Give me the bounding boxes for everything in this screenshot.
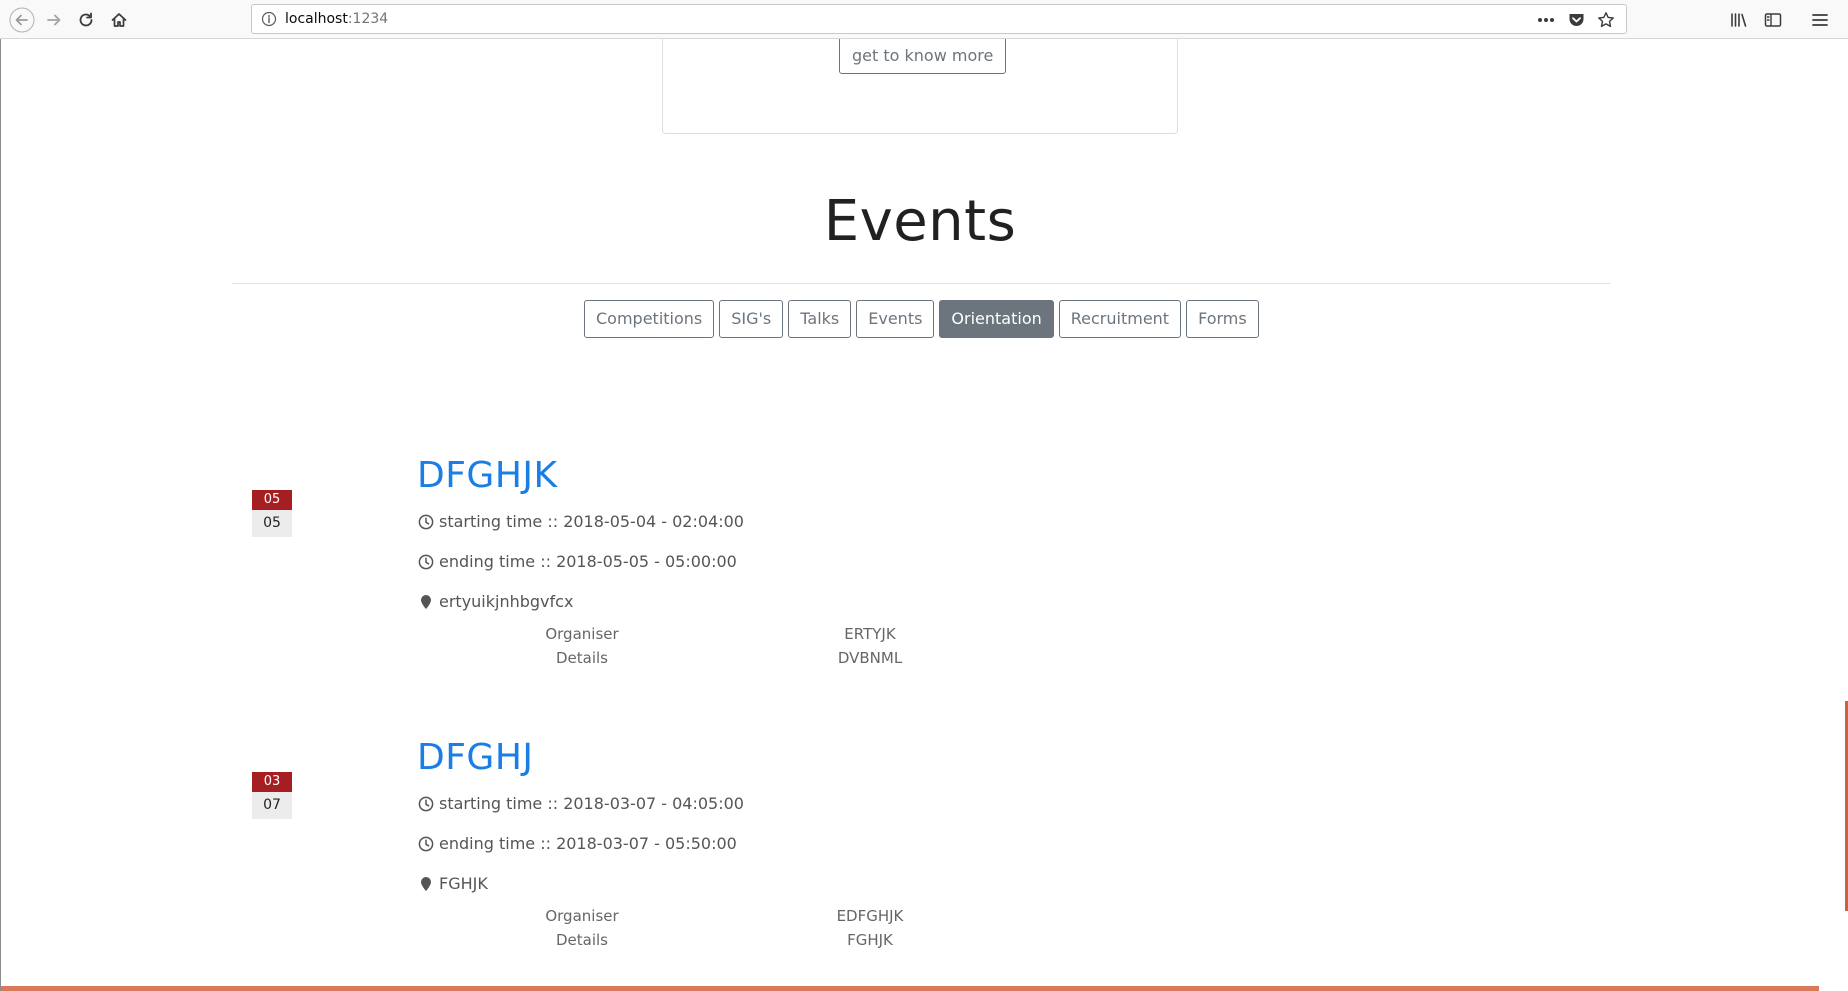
location-text: FGHJK xyxy=(439,874,488,893)
url-port: :1234 xyxy=(347,11,389,27)
clock-icon xyxy=(417,795,435,813)
back-arrow-icon xyxy=(9,7,35,33)
date-day: 05 xyxy=(252,510,292,537)
home-button[interactable] xyxy=(106,7,132,33)
date-badge: 05 05 xyxy=(252,490,292,537)
start-time-line: starting time :: 2018-03-07 - 04:05:00 xyxy=(417,794,744,813)
start-time-text: starting time :: 2018-05-04 - 02:04:00 xyxy=(439,512,744,531)
tab-orientation[interactable]: Orientation xyxy=(939,300,1054,338)
info-values: EDFGHJK FGHJK xyxy=(820,904,920,952)
browser-toolbar: localhost:1234 xyxy=(0,0,1848,39)
forward-arrow-icon xyxy=(47,14,61,26)
menu-hamburger-icon[interactable] xyxy=(1807,7,1833,33)
events-section-title: Events xyxy=(823,189,1017,254)
end-time-text: ending time :: 2018-03-07 - 05:50:00 xyxy=(439,834,737,853)
map-marker-icon xyxy=(417,875,435,893)
start-time-text: starting time :: 2018-03-07 - 04:05:00 xyxy=(439,794,744,813)
organiser-label: Organiser xyxy=(545,625,619,643)
reload-icon xyxy=(79,12,93,27)
reload-button[interactable] xyxy=(73,7,99,33)
date-month: 03 xyxy=(252,772,292,792)
details-label: Details xyxy=(555,649,608,667)
info-values: ERTYJK DVBNML xyxy=(820,622,920,670)
location-line: FGHJK xyxy=(417,874,488,893)
details-label: Details xyxy=(555,931,608,949)
details-value: FGHJK xyxy=(847,931,893,949)
know-more-button[interactable]: get to know more xyxy=(839,39,1007,74)
organiser-value: EDFGHJK xyxy=(836,907,904,925)
page-scrollbar[interactable] xyxy=(1836,39,1848,991)
info-labels: Organiser Details xyxy=(532,622,632,670)
date-day: 07 xyxy=(252,792,292,819)
section-divider xyxy=(232,283,1610,284)
map-marker-icon xyxy=(417,593,435,611)
bookmark-star-icon[interactable] xyxy=(1596,10,1616,30)
footer-accent-bar xyxy=(1,986,1819,991)
library-icon[interactable] xyxy=(1726,7,1752,33)
pocket-icon[interactable] xyxy=(1566,10,1586,30)
url-text[interactable]: localhost:1234 xyxy=(285,11,388,27)
start-time-line: starting time :: 2018-05-04 - 02:04:00 xyxy=(417,512,744,531)
back-button[interactable] xyxy=(9,7,35,33)
organiser-label: Organiser xyxy=(545,907,619,925)
event-title-link[interactable]: DFGHJK xyxy=(417,455,558,496)
organiser-value: ERTYJK xyxy=(844,625,896,643)
tab-recruitment[interactable]: Recruitment xyxy=(1058,300,1182,338)
page-viewport: get to know more Events Competitions SIG… xyxy=(0,39,1848,991)
clock-icon xyxy=(417,835,435,853)
end-time-text: ending time :: 2018-05-05 - 05:00:00 xyxy=(439,552,737,571)
page-actions-icon[interactable] xyxy=(1536,10,1556,30)
clock-icon xyxy=(417,513,435,531)
date-month: 05 xyxy=(252,490,292,510)
forward-button[interactable] xyxy=(41,7,67,33)
tab-forms[interactable]: Forms xyxy=(1186,300,1259,338)
location-line: ertyuikjnhbgvfcx xyxy=(417,592,573,611)
end-time-line: ending time :: 2018-03-07 - 05:50:00 xyxy=(417,834,737,853)
end-time-line: ending time :: 2018-05-05 - 05:00:00 xyxy=(417,552,737,571)
url-bar[interactable]: localhost:1234 xyxy=(251,4,1627,34)
clock-icon xyxy=(417,553,435,571)
tab-sigs[interactable]: SIG's xyxy=(719,300,784,338)
tab-competitions[interactable]: Competitions xyxy=(584,300,715,338)
event-category-tabs: Competitions SIG's Talks Events Orientat… xyxy=(584,300,1259,338)
event-title-link[interactable]: DFGHJ xyxy=(417,737,534,778)
tab-talks[interactable]: Talks xyxy=(788,300,852,338)
site-info-icon[interactable] xyxy=(261,11,277,31)
url-host: localhost xyxy=(285,11,348,27)
date-badge: 03 07 xyxy=(252,772,292,819)
location-text: ertyuikjnhbgvfcx xyxy=(439,592,574,611)
sidebar-toggle-icon[interactable] xyxy=(1760,7,1786,33)
details-value: DVBNML xyxy=(837,649,903,667)
home-icon xyxy=(111,13,127,27)
tab-events[interactable]: Events xyxy=(856,300,935,338)
info-labels: Organiser Details xyxy=(532,904,632,952)
